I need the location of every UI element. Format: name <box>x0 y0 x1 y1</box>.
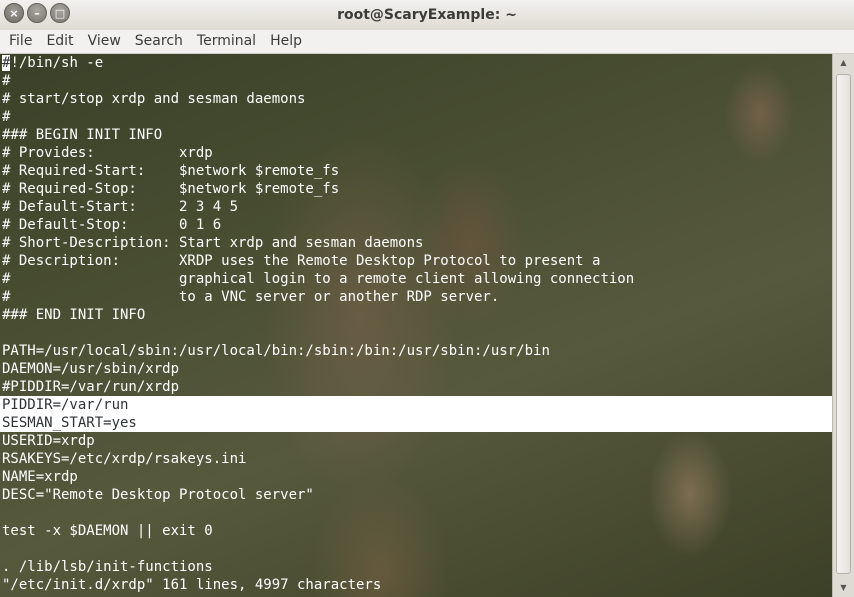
menu-bar: File Edit View Search Terminal Help <box>0 30 854 54</box>
menu-view[interactable]: View <box>81 30 128 53</box>
terminal-line: test -x $DAEMON || exit 0 <box>2 523 213 539</box>
terminal-line-highlighted: SESMAN_START=yes <box>0 414 832 432</box>
terminal-line: RSAKEYS=/etc/xrdp/rsakeys.ini <box>2 451 247 467</box>
terminal-line: DESC="Remote Desktop Protocol server" <box>2 487 314 503</box>
menu-search[interactable]: Search <box>128 30 190 53</box>
scroll-down-arrow-icon[interactable]: ▼ <box>833 579 854 597</box>
terminal-area[interactable]: #!/bin/sh -e # # start/stop xrdp and sesm… <box>0 54 832 597</box>
terminal-line: #!/bin/sh -e <box>2 54 832 72</box>
terminal-line: # Default-Start: 2 3 4 5 <box>2 199 239 215</box>
terminal-line: ### END INIT INFO <box>2 307 146 323</box>
terminal-text: #!/bin/sh -e # # start/stop xrdp and sesm… <box>0 54 832 594</box>
title-bar[interactable]: × – □ root@ScaryExample: ~ <box>0 0 854 31</box>
terminal-line: # <box>2 109 11 125</box>
terminal-line: # start/stop xrdp and sesman daemons <box>2 91 306 107</box>
terminal-line: # Short-Description: Start xrdp and sesm… <box>2 235 424 251</box>
terminal-line: # Description: XRDP uses the Remote Desk… <box>2 253 601 269</box>
vertical-scrollbar[interactable]: ▲ ▼ <box>832 54 854 597</box>
window-title: root@ScaryExample: ~ <box>337 7 517 23</box>
terminal-line: # graphical login to a remote client all… <box>2 271 635 287</box>
terminal-line: "/etc/init.d/xrdp" 161 lines, 4997 chara… <box>2 577 382 593</box>
menu-terminal[interactable]: Terminal <box>190 30 263 53</box>
terminal-line: # <box>2 73 11 89</box>
terminal-line: ### BEGIN INIT INFO <box>2 127 163 143</box>
menu-help[interactable]: Help <box>263 30 309 53</box>
terminal-line: NAME=xrdp <box>2 469 78 485</box>
scrollbar-thumb[interactable] <box>836 74 851 574</box>
terminal-line: # to a VNC server or another RDP server. <box>2 289 500 305</box>
scroll-up-arrow-icon[interactable]: ▲ <box>833 54 854 72</box>
menu-file[interactable]: File <box>2 30 39 53</box>
shebang-text: !/bin/sh -e <box>10 55 104 71</box>
terminal-line: #PIDDIR=/var/run/xrdp <box>2 379 180 395</box>
terminal-line: # Default-Stop: 0 1 6 <box>2 217 222 233</box>
terminal-window: × – □ root@ScaryExample: ~ File Edit Vie… <box>0 0 854 597</box>
terminal-line: # Required-Start: $network $remote_fs <box>2 163 340 179</box>
terminal-line-highlighted: PIDDIR=/var/run <box>0 396 832 414</box>
terminal-line: # Required-Stop: $network $remote_fs <box>2 181 340 197</box>
terminal-line: # Provides: xrdp <box>2 145 213 161</box>
terminal-line: DAEMON=/usr/sbin/xrdp <box>2 361 180 377</box>
menu-edit[interactable]: Edit <box>39 30 80 53</box>
terminal-line: PATH=/usr/local/sbin:/usr/local/bin:/sbi… <box>2 343 550 359</box>
terminal-line: USERID=xrdp <box>2 433 95 449</box>
terminal-line: . /lib/lsb/init-functions <box>2 559 213 575</box>
